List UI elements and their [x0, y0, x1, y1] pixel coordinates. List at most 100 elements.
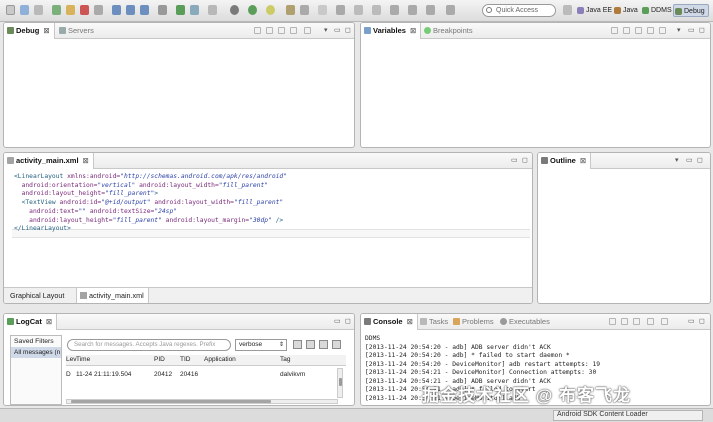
disconnect-icon[interactable] [94, 5, 103, 15]
tab-problems[interactable]: Problems [450, 314, 498, 330]
android-sdk-icon[interactable] [176, 5, 185, 15]
clear-console-icon[interactable] [609, 318, 616, 325]
tab-servers[interactable]: Servers [56, 23, 98, 39]
logcat-search-input[interactable]: Search for messages. Accepts Java regexe… [67, 339, 231, 351]
step-filter-icon[interactable] [278, 27, 285, 34]
step-return-icon[interactable] [140, 5, 149, 15]
pin-console-icon[interactable] [633, 318, 640, 325]
perspective-ddms[interactable]: DDMS [641, 4, 675, 17]
maximize-icon[interactable]: ◻ [345, 317, 351, 325]
logcat-vertical-scrollbar[interactable] [337, 368, 343, 398]
maximize-icon[interactable]: ◻ [699, 317, 705, 325]
scroll-lock-icon[interactable] [621, 318, 628, 325]
back-icon[interactable] [354, 5, 363, 15]
toolbar-extra-icon[interactable] [446, 5, 455, 15]
tab-variables[interactable]: Variables ⊠ [361, 23, 422, 39]
remove-icon[interactable] [659, 27, 666, 34]
maximize-icon[interactable]: ◻ [697, 156, 703, 164]
perspective-java[interactable]: Java [613, 4, 641, 17]
open-perspective-icon[interactable] [563, 5, 572, 15]
expand-all-icon[interactable] [647, 27, 654, 34]
avd-manager-icon[interactable] [190, 5, 199, 15]
resume-icon[interactable] [66, 5, 75, 15]
column-header-time[interactable]: Time [76, 356, 90, 363]
minimize-icon[interactable]: ▭ [688, 317, 695, 325]
view-menu-chevron-icon[interactable]: ▾ [677, 26, 681, 34]
quick-access-input[interactable]: Quick Access [482, 4, 556, 17]
step-into-icon[interactable] [112, 5, 121, 15]
tab-breakpoints[interactable]: Breakpoints [421, 23, 477, 39]
collapse-all-icon[interactable] [635, 27, 642, 34]
view-menu-chevron-icon[interactable]: ▾ [675, 156, 679, 164]
last-edit-icon[interactable] [390, 5, 399, 15]
external-tools-icon[interactable] [230, 5, 239, 15]
tab-executables[interactable]: Executables [497, 314, 554, 330]
toggle-filters-icon[interactable] [319, 340, 328, 349]
close-icon[interactable]: ⊠ [46, 317, 52, 326]
tab-xml-source[interactable]: activity_main.xml [76, 288, 149, 303]
save-log-icon[interactable] [293, 340, 302, 349]
close-icon[interactable]: ⊠ [410, 26, 416, 35]
tab-debug[interactable]: Debug ⊠ [4, 23, 55, 39]
clear-log-icon[interactable] [306, 340, 315, 349]
xml-source[interactable]: <LinearLayout xmlns:android="http://sche… [14, 173, 520, 234]
perspective-debug[interactable]: Debug [673, 4, 709, 17]
scrollbar-thumb[interactable] [339, 378, 342, 386]
column-header-application[interactable]: Application [204, 356, 236, 363]
tab-graphical-layout[interactable]: Graphical Layout [4, 288, 68, 303]
maximize-icon[interactable]: ◻ [699, 26, 705, 34]
table-row[interactable]: D 11-24 21:11:19.504 20412 20416 dalvikv… [66, 370, 346, 381]
close-icon[interactable]: ⊠ [43, 26, 49, 35]
open-console-icon[interactable] [661, 318, 668, 325]
tab-logcat[interactable]: LogCat ⊠ [4, 314, 58, 330]
verbosity-select[interactable]: verbose ⇕ [235, 339, 287, 351]
column-header-pid[interactable]: PID [154, 356, 165, 363]
column-header-tid[interactable]: TID [180, 356, 190, 363]
perspective-java-ee[interactable]: Java EE [576, 4, 615, 17]
tab-tasks[interactable]: Tasks [417, 314, 452, 330]
minimize-icon[interactable]: ▭ [334, 26, 341, 34]
maximize-icon[interactable]: ◻ [345, 26, 351, 34]
debug-icon-toolbar[interactable] [266, 5, 275, 15]
close-icon[interactable]: ⊠ [580, 156, 586, 165]
show-type-names-icon[interactable] [611, 27, 618, 34]
show-logical-structure-icon[interactable] [623, 27, 630, 34]
close-icon[interactable]: ⊠ [407, 317, 413, 326]
print-icon[interactable] [34, 5, 43, 15]
search-toolbar-icon[interactable] [300, 5, 309, 15]
use-step-filters-icon[interactable] [290, 27, 297, 34]
filter-all-messages[interactable]: All messages (n [11, 347, 61, 358]
debug-run-icon[interactable] [52, 5, 61, 15]
scroll-lock-icon[interactable] [332, 340, 341, 349]
annotation-icon[interactable] [336, 5, 345, 15]
open-type-icon[interactable] [286, 5, 295, 15]
step-over-icon[interactable] [126, 5, 135, 15]
minimize-icon[interactable]: ▭ [688, 26, 695, 34]
forward-icon[interactable] [372, 5, 381, 15]
minimize-icon[interactable]: ▭ [511, 156, 518, 164]
view-menu-chevron-icon[interactable]: ▾ [324, 26, 328, 34]
new-icon[interactable] [6, 5, 15, 15]
logcat-horizontal-scrollbar[interactable] [66, 399, 338, 404]
pin-editor-icon[interactable] [318, 5, 327, 15]
minimize-icon[interactable]: ▭ [686, 156, 693, 164]
close-icon[interactable]: ⊠ [83, 156, 89, 165]
terminate-icon[interactable] [80, 5, 89, 15]
minimize-icon[interactable]: ▭ [334, 317, 341, 325]
save-icon[interactable] [20, 5, 29, 15]
history-icon[interactable] [408, 5, 417, 15]
scrollbar-thumb[interactable] [71, 400, 271, 403]
view-menu-icon[interactable] [304, 27, 311, 34]
drop-to-frame-icon[interactable] [158, 5, 167, 15]
lint-icon[interactable] [208, 5, 217, 15]
tab-console[interactable]: Console ⊠ [361, 314, 418, 330]
display-console-icon[interactable] [647, 318, 654, 325]
tab-activity-main-xml[interactable]: activity_main.xml ⊠ [4, 153, 94, 169]
run-icon[interactable] [248, 5, 257, 15]
column-header-tag[interactable]: Tag [280, 356, 290, 363]
column-header-level[interactable]: Lev [66, 356, 76, 363]
tab-outline[interactable]: Outline ⊠ [538, 153, 592, 169]
maximize-icon[interactable]: ◻ [522, 156, 528, 164]
remove-terminated-icon[interactable] [254, 27, 261, 34]
remove-all-icon[interactable] [266, 27, 273, 34]
